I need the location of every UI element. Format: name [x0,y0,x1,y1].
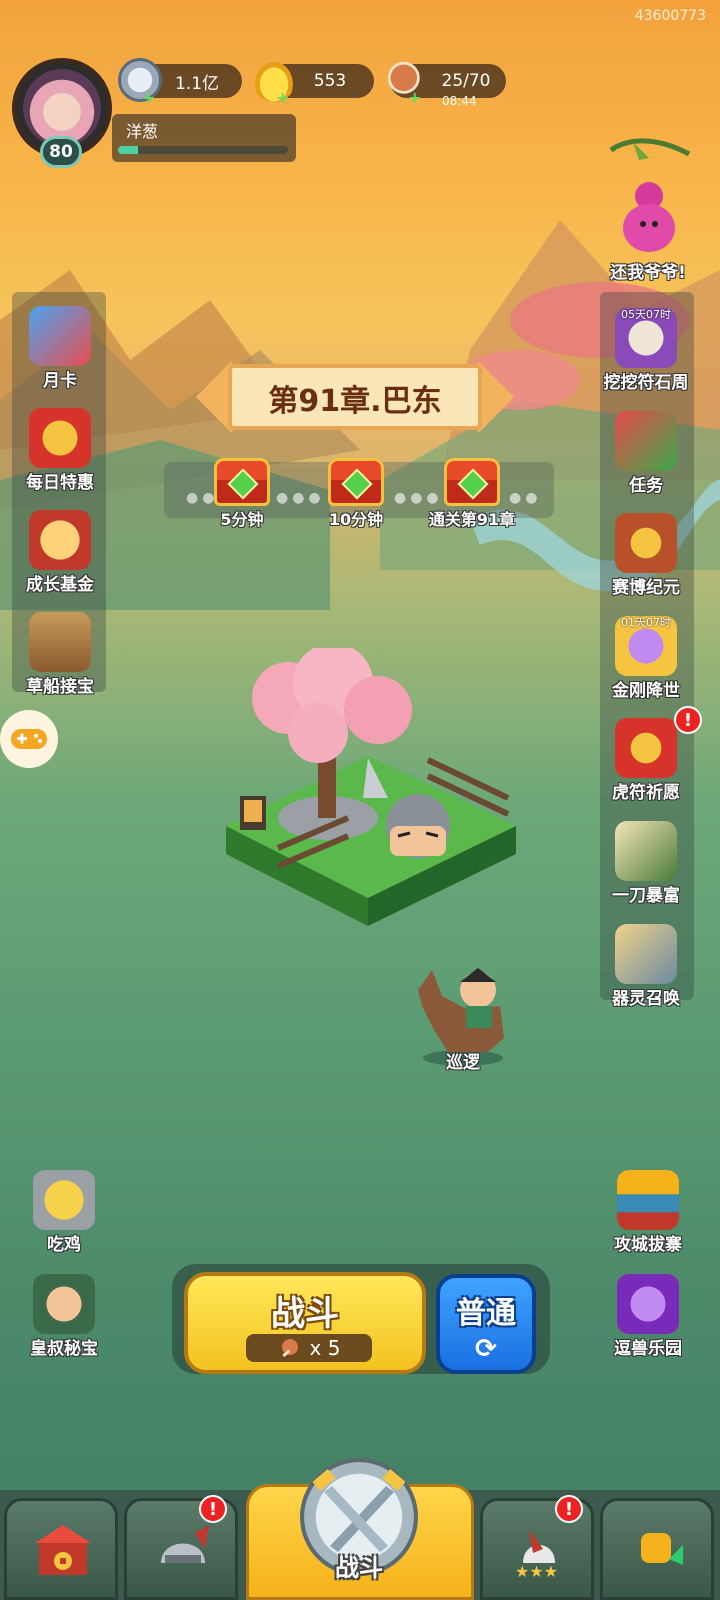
right-menu-item[interactable]: 01天07时金刚降世 [598,615,694,701]
right-menu-item[interactable]: 器灵召唤 [598,923,694,1009]
left-menu-label: 草船接宝 [26,677,94,697]
fight-cost: x 5 [246,1334,372,1362]
experience-fill [118,146,139,154]
right-menu-label: 一刀暴富 [612,886,680,906]
right-menu-item[interactable]: 虎符祈愿! [598,706,702,804]
gold-amount: 553 [313,71,347,91]
uncle-treasure-icon [33,1274,95,1334]
stamina-amount: 25/70 [441,71,491,91]
player-name: 洋葱 [126,122,159,141]
silver-resource[interactable]: + 1.1亿 [118,58,242,107]
gift-bag-icon [29,408,91,468]
chest-icon [214,458,270,506]
tiger-tally-icon [615,718,677,779]
power-up-fist-icon [641,1533,683,1565]
tab-formation[interactable]: ★★★ ! [480,1495,594,1600]
tab-battle-label: 战斗 [335,1554,383,1582]
right-menu-label: 金刚降世 [612,680,680,701]
right-menu-timer: 05天07时 [621,308,671,321]
left-bottom-label: 吃鸡 [47,1235,81,1255]
heroes-alert-badge: ! [199,1495,227,1523]
silver-amount: 1.1亿 [174,73,220,94]
difficulty-mode-button[interactable]: 普通 ⟳ [436,1274,536,1374]
chapter-title: 第91章.巴东 [268,384,442,419]
stamina-timer: 08:44 [442,94,477,108]
city-gate-icon [35,1525,91,1575]
reward-chest[interactable]: 10分钟 [306,458,406,530]
right-menu-label: 虎符祈愿 [612,783,680,804]
growth-fund-icon [29,510,91,570]
gourd-icon [609,138,691,252]
fortune-blade-icon [615,821,677,881]
gold-resource[interactable]: + 553 [252,58,374,107]
fight-button[interactable]: 战斗 x 5 [184,1272,426,1374]
chest-label: 10分钟 [328,510,384,529]
chest-label: 5分钟 [220,510,264,529]
add-gold-icon[interactable]: + [276,88,289,107]
right-menu-label: 任务 [629,475,663,496]
gamepad-icon [11,729,47,749]
right-menu-item[interactable]: 05天07时挖挖符石周 [598,308,694,393]
left-menu-item[interactable]: 草船接宝 [12,612,108,697]
account-id: 43600773 [634,8,706,24]
right-menu-item[interactable]: 赛博纪元 [598,513,694,598]
right-menu-timer: 01天07时 [621,615,671,629]
rescue-grandpa-label: 还我爷爷! [610,263,686,283]
chest-label: 通关第91章 [428,510,516,529]
left-bottom-item[interactable]: 吃鸡 [16,1170,112,1255]
patrol-label: 巡逻 [446,1053,480,1073]
straw-boat-icon [29,612,91,672]
fight-cost-value: x 5 [309,1336,341,1360]
month-card-icon [29,306,91,366]
right-menu-item[interactable]: 任务 [598,410,694,496]
drumstick-icon [281,1339,298,1358]
player-name-bar[interactable]: 洋葱 [112,114,296,162]
right-menu-item[interactable]: 一刀暴富 [598,821,694,906]
cyber-era-icon [615,513,677,574]
experience-bar [118,146,288,154]
reward-chest[interactable]: 通关第91章 [422,458,522,530]
tab-city[interactable] [4,1498,118,1600]
left-menu-item[interactable]: 月卡 [12,306,108,391]
task-scroll-icon [615,410,677,471]
siege-icon [617,1170,679,1230]
rescue-grandpa-event[interactable]: 还我爷爷! [600,130,696,283]
stamina-resource[interactable]: + 25/70 [384,58,506,107]
right-bottom-label: 逗兽乐园 [614,1339,682,1359]
right-bottom-item[interactable]: 逗兽乐园 [600,1274,696,1359]
formation-alert-badge: ! [555,1495,583,1523]
general-stars-icon: ★★★ [515,1529,558,1579]
left-menu-label: 成长基金 [26,575,94,595]
add-stamina-icon[interactable]: + [408,88,421,107]
left-menu-item[interactable]: 每日特惠 [12,408,108,493]
right-menu-label: 挖挖符石周 [603,373,689,393]
fight-button-label: 战斗 [271,1294,339,1334]
left-menu-label: 月卡 [43,371,77,391]
left-bottom-item[interactable]: 皇叔秘宝 [16,1274,112,1359]
reward-chest[interactable]: 5分钟 [192,458,292,530]
left-menu-label: 每日特惠 [26,473,94,493]
left-menu-item[interactable]: 成长基金 [12,510,108,595]
helmet-icon [161,1525,209,1563]
right-menu-label: 器灵召唤 [612,988,680,1009]
stage-diorama[interactable] [218,648,528,948]
spirit-summon-icon [615,923,677,984]
svg-text:★★★: ★★★ [515,1562,558,1579]
tab-heroes[interactable]: ! [124,1495,238,1600]
player-level-badge: 80 [40,136,82,168]
chest-icon [444,458,500,506]
right-bottom-item[interactable]: 攻城拔寨 [600,1170,696,1255]
difficulty-mode-label: 普通 [456,1296,516,1331]
right-bottom-label: 攻城拔寨 [614,1235,682,1255]
tab-upgrade[interactable] [600,1498,714,1600]
left-bottom-label: 皇叔秘宝 [30,1339,98,1359]
gamepad-button[interactable] [0,710,58,768]
refresh-icon: ⟳ [475,1334,497,1364]
add-silver-icon[interactable]: + [142,88,155,107]
chicken-icon [33,1170,95,1230]
beast-park-icon [617,1274,679,1334]
chest-icon [328,458,384,506]
right-menu-label: 赛博纪元 [612,578,680,599]
chapter-banner[interactable]: 第91章.巴东 [195,358,515,436]
